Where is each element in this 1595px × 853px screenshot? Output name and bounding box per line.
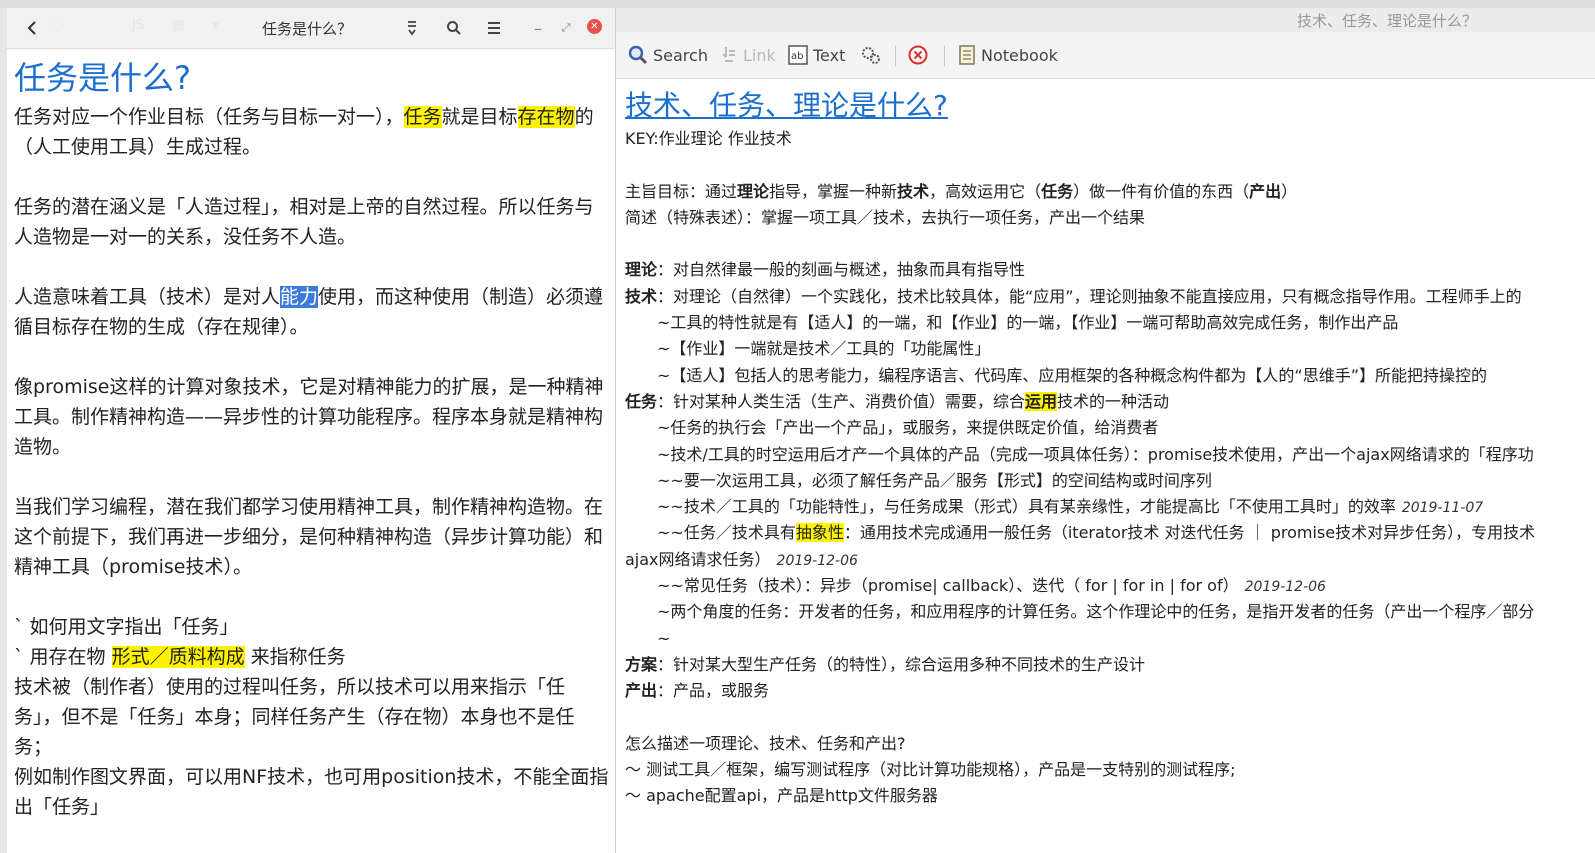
- list-item: ` 用存在物 形式／质料构成 来指称任务: [14, 646, 346, 668]
- highlight: 抽象性: [795, 523, 844, 543]
- text-button[interactable]: ab Text: [788, 44, 845, 66]
- text-label: Text: [813, 45, 846, 65]
- link-label: Link: [743, 45, 776, 65]
- highlight: 形式／质料构成: [111, 646, 245, 668]
- notebook-icon: [958, 45, 976, 65]
- paragraph: 任务的潜在涵义是「人造过程」，相对是上帝的自然过程。所以任务与人造物是一对一的关…: [14, 196, 594, 248]
- paragraph: 人造意味着工具（技术）是对人能力使用，而这种使用（制造）必须遵循目标存在物的生成…: [14, 286, 604, 338]
- menu-icon[interactable]: [483, 17, 505, 39]
- maximize-icon[interactable]: ⤢: [555, 17, 577, 39]
- paragraph: 技术被（制作者）使用的过程叫任务，所以技术可以用来指示「任务」，但不是「任务」本…: [14, 676, 575, 758]
- note-toolbar: Search Link ab Text Notebook: [616, 32, 1595, 79]
- paragraph: 像promise这样的计算对象技术，它是对精神能力的扩展，是一种精神工具。制作精…: [14, 376, 604, 458]
- example-line: ～ 测试工具／框架，编写测试程序（对比计算功能规格），产品是一支特别的测试程序;: [625, 760, 1236, 780]
- goal-line: 主旨目标：通过理论指导，掌握一种新技术，高效运用它（任务）做一件有价值的东西（产…: [625, 181, 1298, 201]
- window-title: 技术、任务、理论是什么？: [1296, 12, 1477, 30]
- definition-task: 任务：针对某种人类生活（生产、消费价值）需要，综合运用技术的一种活动: [625, 391, 1170, 411]
- date-stamp: 2019-11-07: [1401, 500, 1484, 517]
- paragraph: 例如制作图文界面，可以用NF技术，也可用position技术，不能全面指出「任务…: [14, 766, 609, 818]
- search-button[interactable]: Search: [628, 44, 708, 66]
- sub-line: ~~任务／技术具有抽象性：通用技术完成通用一般任务（iterator技术 对迭代…: [657, 523, 1536, 543]
- link-button[interactable]: Link: [720, 44, 776, 66]
- sub-line: ~两个角度的任务：开发者的任务，和应用程序的计算任务。这个作理论中的任务，是指开…: [657, 602, 1535, 622]
- sub-line: ~任务的执行会「产出一个产品」，或服务，来提供既定价值，给消费者: [657, 418, 1159, 438]
- sub-line-continued: ajax网络请求任务） 2019-12-06: [625, 549, 858, 569]
- highlight: 存在物: [517, 106, 575, 128]
- sub-line: ~技术/工具的时空运用后才产一个具体的产品（完成一项具体任务）：promise技…: [657, 444, 1534, 464]
- left-titlebar: ◌ JS ▤ ▾ 任务是什么？ – ⤢ ✕: [7, 8, 615, 49]
- date-stamp: 2019-12-06: [776, 552, 858, 569]
- notebook-button[interactable]: Notebook: [958, 44, 1058, 66]
- list-item: ` 如何用文字指出「任务」: [14, 616, 239, 638]
- stop-circle-icon: [908, 45, 928, 65]
- paragraph: 任务对应一个作业目标（任务与目标一对一），任务就是目标存在物的（人工使用工具）生…: [14, 106, 594, 158]
- highlight: 任务: [403, 106, 442, 128]
- svg-text:ab: ab: [791, 51, 803, 62]
- highlight: 运用: [1025, 391, 1058, 411]
- faded-toolbar-icon: ◌: [52, 18, 64, 33]
- note-title-link[interactable]: 技术、任务、理论是什么?: [625, 86, 1595, 126]
- toolbar-separator: [895, 46, 896, 66]
- search-icon: [628, 45, 648, 65]
- left-note-window: ◌ JS ▤ ▾ 任务是什么？ – ⤢ ✕ 任务是什么? 任务对应一个作业目标（…: [7, 8, 616, 853]
- right-titlebar: 技术、任务、理论是什么？: [616, 8, 1595, 32]
- faded-toolbar-icon: ▤: [172, 18, 185, 33]
- toolbar-separator: [944, 46, 945, 66]
- text-selection: 能力: [280, 286, 319, 308]
- left-note-body: 任务是什么? 任务对应一个作业目标（任务与目标一对一），任务就是目标存在物的（人…: [14, 58, 610, 822]
- sub-line: ~: [657, 628, 671, 648]
- gears-icon: [860, 45, 882, 65]
- question-line: 怎么描述一项理论、技术、任务和产出?: [625, 733, 906, 753]
- definition-tech: 技术：对理论（自然律）一个实践化，技术比较具体，能“应用”，理论则抽象不能直接应…: [625, 286, 1522, 306]
- text-format-icon: ab: [788, 45, 808, 65]
- faded-toolbar-icon: JS: [132, 18, 145, 33]
- definition-plan: 方案：针对某大型生产任务（的特性），综合运用多种不同技术的生产设计: [625, 654, 1146, 674]
- faded-toolbar-icon: ▾: [212, 18, 219, 33]
- settings-button[interactable]: [860, 44, 887, 66]
- definition-theory: 理论：对自然律最一般的刻画与概述，抽象而具有指导性: [625, 260, 1026, 280]
- sub-line: ~【适人】包括人的思考能力，编程序语言、代码库、应用框架的各种概念构件都为【人的…: [657, 365, 1487, 385]
- right-note-body: 技术、任务、理论是什么? KEY:作业理论 作业技术 主旨目标：通过理论指导，掌…: [625, 86, 1595, 810]
- right-note-window: 技术、任务、理论是什么？ Search Link ab Text Noteboo…: [616, 8, 1595, 853]
- close-icon[interactable]: ✕: [587, 19, 602, 34]
- sub-line: ~【作业】一端就是技术／工具的「功能属性」: [657, 339, 991, 359]
- paragraph: 当我们学习编程，潜在我们都学习使用精神工具，制作精神构造物。在这个前提下，我们再…: [14, 496, 604, 578]
- sub-line: ~~技术／工具的「功能特性」，与任务成果（形式）具有某亲缘性，才能提高比「不使用…: [657, 497, 1484, 517]
- window-title: 任务是什么？: [261, 20, 352, 38]
- example-line: ～ apache配置api，产品是http文件服务器: [625, 786, 938, 806]
- format-icon[interactable]: [401, 17, 423, 39]
- sub-line: ~~常见任务（技术）：异步（promise| callback）、迭代（ for…: [657, 576, 1326, 596]
- minimize-icon[interactable]: –: [527, 17, 549, 39]
- search-icon[interactable]: [443, 17, 465, 39]
- definition-output: 产出：产品，或服务: [625, 681, 770, 701]
- brief-line: 简述（特殊表述）：掌握一项工具／技术，去执行一项任务，产出一个结果: [625, 207, 1146, 227]
- search-label: Search: [653, 45, 708, 65]
- date-stamp: 2019-12-06: [1244, 579, 1326, 596]
- sub-line: ~~要一次运用工具，必须了解任务产品／服务【形式】的空间结构或时间序列: [657, 470, 1212, 490]
- stop-button[interactable]: [908, 44, 933, 66]
- notebook-label: Notebook: [981, 45, 1058, 65]
- note-heading: 任务是什么?: [14, 59, 191, 97]
- back-icon[interactable]: [21, 17, 43, 39]
- link-icon: [720, 45, 738, 65]
- desktop-strip: [0, 0, 1595, 8]
- sub-line: ~工具的特性就是有【适人】的一端，和【作业】的一端，【作业】一端可帮助高效完成任…: [657, 313, 1399, 333]
- key-line: KEY:作业理论 作业技术: [625, 129, 792, 148]
